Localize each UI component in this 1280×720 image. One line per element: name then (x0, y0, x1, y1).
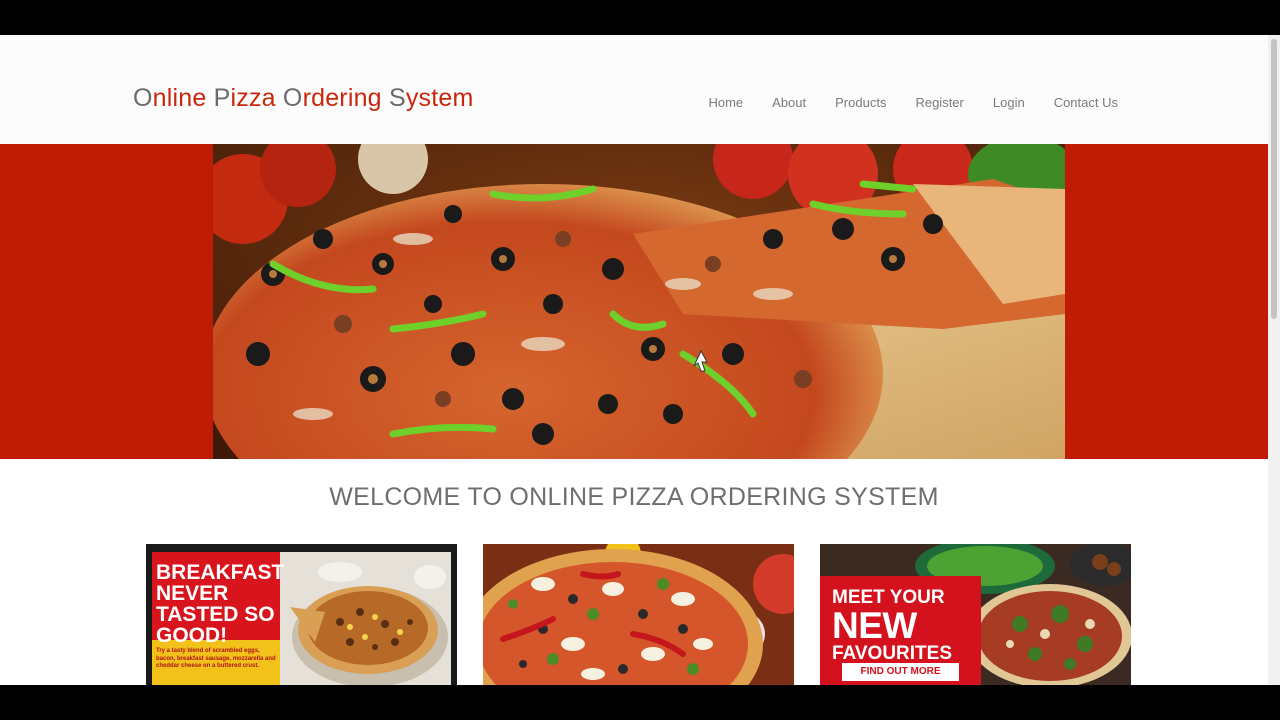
nav-login-link[interactable]: Login (993, 95, 1025, 110)
promo-card-favourites[interactable]: MEET YOUR NEW FAVOURITES FIND OUT MORE (820, 544, 1131, 685)
breakfast-headline: BREAKFAST NEVER TASTED SO GOOD! (156, 561, 285, 647)
brand-letter: P (213, 84, 231, 112)
brand-letter: S (388, 84, 406, 112)
brand-letter: O (133, 84, 153, 112)
nav-products-link[interactable]: Products (835, 95, 886, 110)
nav-register-link[interactable]: Register (915, 95, 963, 110)
page-scrollbar[interactable] (1268, 35, 1280, 685)
site-header: Online Pizza Ordering System Home About … (0, 35, 1268, 144)
brand-word: nline (152, 84, 214, 112)
promo-cards: BREAKFAST NEVER TASTED SO GOOD! Try a ta… (146, 544, 1136, 685)
breakfast-description: Try a tasty blend of scrambled eggs, bac… (156, 648, 276, 669)
favourites-red-panel: MEET YOUR NEW FAVOURITES FIND OUT MORE (820, 576, 981, 685)
find-out-more-button[interactable]: FIND OUT MORE (842, 663, 959, 681)
favourites-headline: MEET YOUR NEW FAVOURITES (832, 588, 972, 664)
promo-card-pizza[interactable] (483, 544, 794, 685)
welcome-heading: WELCOME TO ONLINE PIZZA ORDERING SYSTEM (329, 483, 939, 511)
veggie-pizza-image (483, 544, 794, 685)
brand-word: izza (230, 84, 283, 112)
main-nav: Home About Products Register Login Conta… (708, 95, 1118, 110)
nav-home-link[interactable]: Home (708, 95, 743, 110)
brand-letter: O (282, 84, 303, 112)
nav-contact-link[interactable]: Contact Us (1054, 95, 1118, 110)
breakfast-ad: BREAKFAST NEVER TASTED SO GOOD! Try a ta… (152, 552, 451, 685)
site-logo-title[interactable]: Online Pizza Ordering System (133, 84, 474, 113)
promo-card-breakfast[interactable]: BREAKFAST NEVER TASTED SO GOOD! Try a ta… (146, 544, 457, 685)
favourites-headline-big: NEW (832, 605, 917, 646)
browser-page: Online Pizza Ordering System Home About … (0, 35, 1280, 685)
video-letterbox-bottom (0, 685, 1280, 720)
scrollbar-thumb[interactable] (1271, 39, 1277, 319)
video-letterbox-top (0, 0, 1280, 35)
favourites-headline-bottom: FAVOURITES (832, 643, 952, 664)
nav-about-link[interactable]: About (772, 95, 806, 110)
brand-word: rdering (302, 84, 389, 112)
hero-banner (0, 144, 1268, 459)
brand-word: ystem (405, 84, 474, 112)
hero-pizza-image (213, 144, 1065, 459)
